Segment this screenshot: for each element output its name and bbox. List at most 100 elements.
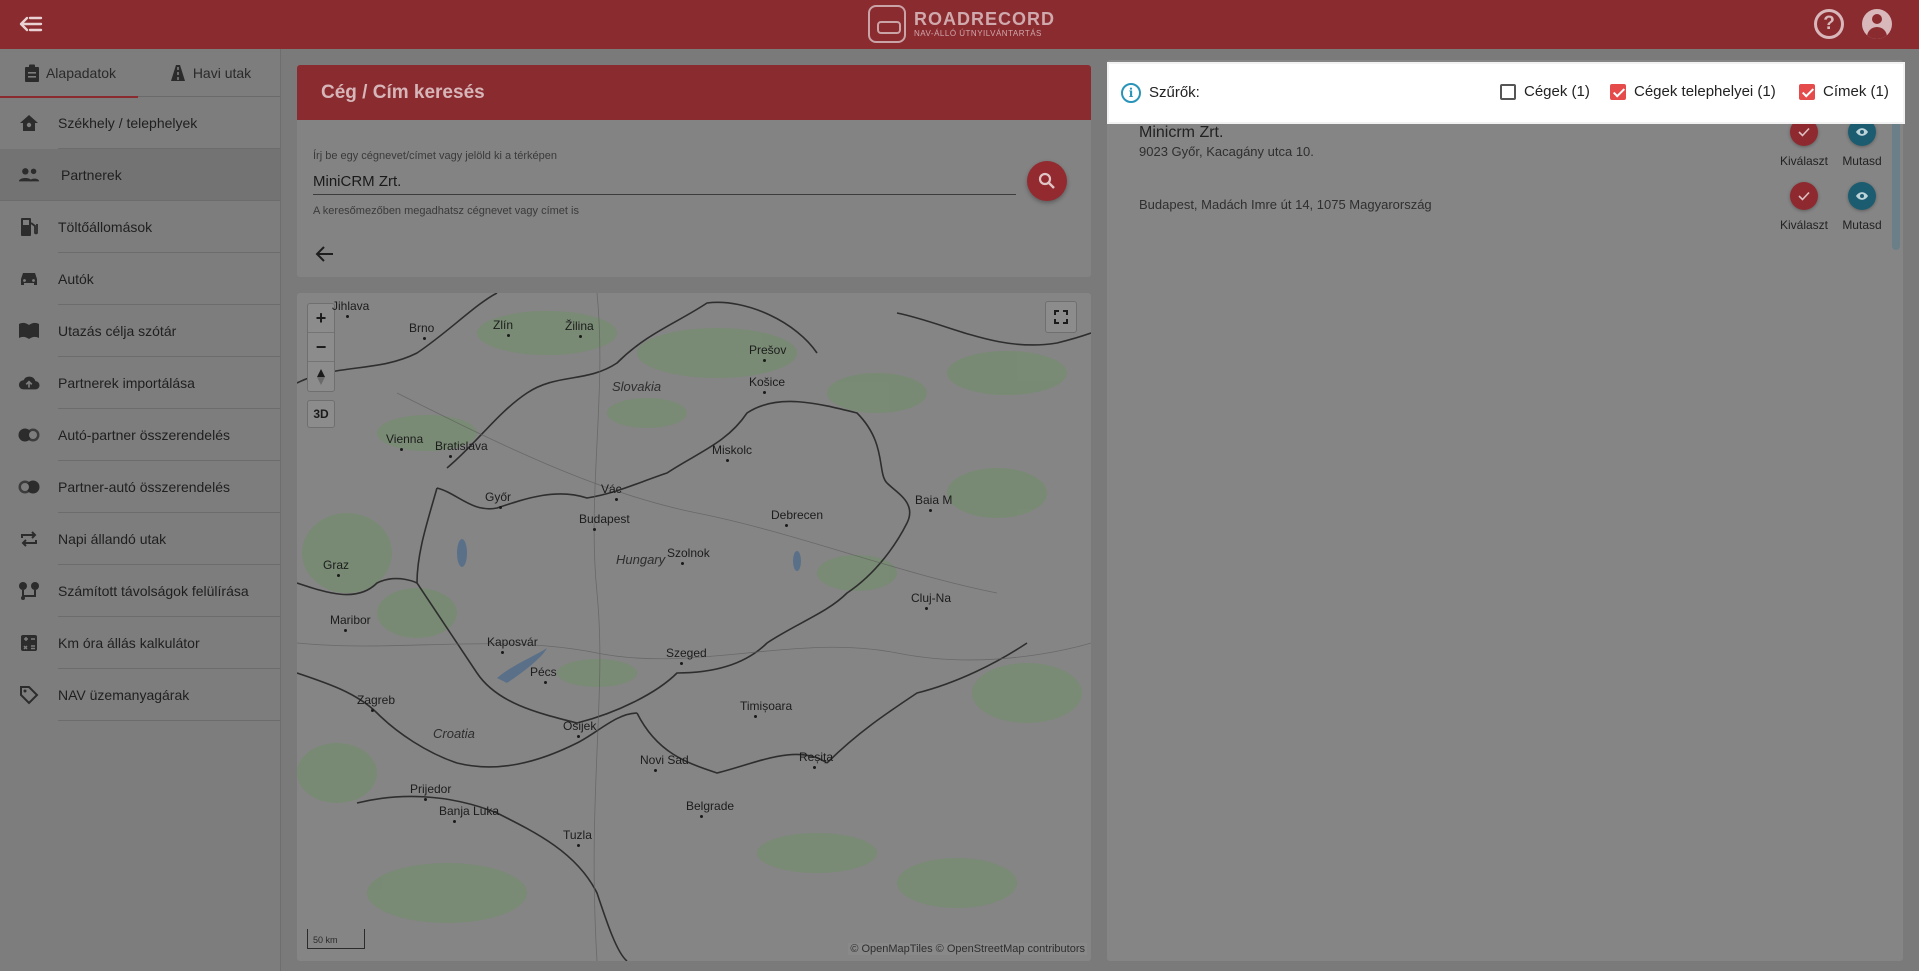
account-icon[interactable] bbox=[1862, 9, 1892, 39]
map-scale: 50 km bbox=[307, 929, 365, 949]
sidebar-item-partnerek-importalasa[interactable]: Partnerek importálása bbox=[18, 357, 280, 409]
menu-collapse-icon[interactable] bbox=[18, 12, 44, 36]
sidebar-item-label: Számított távolságok felülírása bbox=[58, 582, 249, 599]
map-attribution[interactable]: © OpenMapTiles © OpenStreetMap contribut… bbox=[848, 943, 1087, 955]
map-3d-button[interactable]: 3D bbox=[307, 400, 335, 428]
map-city-dot bbox=[423, 337, 426, 340]
map-city-label: Maribor bbox=[330, 613, 371, 627]
map-city-dot bbox=[654, 769, 657, 772]
show-label: Mutasd bbox=[1842, 218, 1882, 232]
info-icon: i bbox=[1121, 83, 1141, 103]
check-icon bbox=[1798, 191, 1810, 201]
filter-title: Szűrők: bbox=[1149, 84, 1200, 101]
car-icon bbox=[18, 269, 40, 289]
results-scrollbar[interactable] bbox=[1892, 120, 1900, 250]
filter-label: Címek (1) bbox=[1823, 83, 1889, 100]
back-arrow-icon[interactable] bbox=[313, 242, 337, 266]
checkbox-cegek[interactable] bbox=[1500, 83, 1516, 100]
search-input[interactable] bbox=[313, 169, 1016, 195]
home-icon bbox=[18, 113, 40, 133]
map-city-dot bbox=[400, 448, 403, 451]
map-city-label: Cluj-Na bbox=[911, 591, 952, 605]
sidebar-item-auto-partner[interactable]: Autó-partner összerendelés bbox=[18, 409, 280, 461]
app-logo[interactable]: ROADRECORD NAV-ÁLLÓ ÚTNYILVÁNTARTÁS bbox=[868, 4, 1055, 44]
show-button[interactable] bbox=[1848, 118, 1876, 146]
map-city-label: Žilina bbox=[565, 319, 594, 333]
map-city-label: Novi Sad bbox=[640, 753, 689, 767]
map-city-dot bbox=[681, 562, 684, 565]
map-city-label: Baia M bbox=[915, 493, 953, 507]
brand-tagline: NAV-ÁLLÓ ÚTNYILVÁNTARTÁS bbox=[914, 29, 1042, 38]
sidebar-item-label: Autók bbox=[58, 270, 94, 287]
map-city-dot bbox=[453, 820, 456, 823]
map-city-dot bbox=[763, 359, 766, 362]
map-city-label: Prešov bbox=[749, 343, 787, 357]
checkbox-cimek[interactable] bbox=[1799, 83, 1815, 100]
sidebar-item-label: Utazás célja szótár bbox=[58, 322, 177, 339]
clipboard-icon bbox=[24, 64, 39, 82]
eye-icon bbox=[1856, 128, 1868, 136]
map[interactable]: + − 3D Jihlava Brno Zlín Žilina Prešov Košice… bbox=[297, 293, 1091, 961]
filter-label: Cégek (1) bbox=[1524, 83, 1590, 100]
map-city-label: Tuzla bbox=[563, 828, 592, 842]
sidebar-item-partner-auto[interactable]: Partner-autó összerendelés bbox=[18, 461, 280, 513]
sidebar-item-szamitott-tavolsagok[interactable]: Számított távolságok felülírása bbox=[19, 565, 280, 617]
map-city-label: Bratislava bbox=[435, 439, 488, 453]
map-city-dot bbox=[763, 391, 766, 394]
sidebar-item-szekhely[interactable]: Székhely / telephelyek bbox=[20, 97, 280, 149]
sidebar-item-label: Partnerek bbox=[61, 166, 122, 183]
map-city-dot bbox=[615, 498, 618, 501]
tab-label: Havi utak bbox=[192, 65, 252, 81]
filter-cegek-telephelyei[interactable]: Cégek telephelyei (1) bbox=[1610, 83, 1776, 100]
show-button[interactable] bbox=[1848, 182, 1876, 210]
map-city-dot bbox=[501, 651, 504, 654]
map-city-label: Győr bbox=[485, 490, 512, 504]
result-address: Budapest, Madách Imre út 14, 1075 Magyar… bbox=[1139, 197, 1432, 212]
sidebar-item-utazas-celja[interactable]: Utazás célja szótár bbox=[19, 305, 280, 357]
map-city-label: Szeged bbox=[666, 646, 707, 660]
repeat-icon bbox=[18, 529, 40, 549]
calculator-icon bbox=[18, 633, 40, 653]
search-button[interactable] bbox=[1027, 161, 1067, 201]
sidebar-item-label: Partnerek importálása bbox=[58, 374, 195, 391]
sidebar-item-km-kalkulator[interactable]: Km óra állás kalkulátor bbox=[21, 617, 280, 669]
result-address: 9023 Győr, Kacagány utca 10. bbox=[1139, 144, 1314, 159]
tab-havi-utak[interactable]: Havi utak bbox=[140, 49, 280, 97]
sidebar-item-autok[interactable]: Autók bbox=[21, 253, 280, 305]
result-row[interactable]: Minicrm Zrt. 9023 Győr, Kacagány utca 10… bbox=[1107, 116, 1887, 180]
map-city-dot bbox=[424, 798, 427, 801]
map-city-dot bbox=[544, 681, 547, 684]
people-icon bbox=[18, 165, 40, 185]
compass-button[interactable] bbox=[308, 362, 334, 391]
map-city-dot bbox=[499, 506, 502, 509]
sidebar-item-napi-utak[interactable]: Napi állandó utak bbox=[21, 513, 280, 565]
sidebar-item-label: Partner-autó összerendelés bbox=[58, 478, 230, 495]
sidebar-item-toltoallomasok[interactable]: Töltőállomások bbox=[21, 201, 280, 253]
map-city-dot bbox=[337, 574, 340, 577]
sidebar-item-label: Töltőállomások bbox=[58, 218, 153, 235]
map-city-label: Szolnok bbox=[667, 546, 710, 560]
cloud-upload-icon bbox=[18, 373, 40, 393]
fullscreen-button[interactable] bbox=[1045, 301, 1077, 333]
filter-cegek[interactable]: Cégek (1) bbox=[1500, 83, 1590, 100]
map-city-label: Budapest bbox=[579, 512, 630, 526]
sidebar-item-nav-uzemanyagarak[interactable]: NAV üzemanyagárak bbox=[20, 669, 280, 721]
zoom-out-button[interactable]: − bbox=[308, 333, 334, 362]
sidebar-item-label: Székhely / telephelyek bbox=[58, 114, 198, 131]
tab-alapadatok[interactable]: Alapadatok bbox=[0, 49, 140, 98]
map-city-dot bbox=[754, 715, 757, 718]
zoom-in-button[interactable]: + bbox=[308, 304, 334, 333]
map-city-label: Zlín bbox=[493, 318, 514, 332]
sidebar-item-label: Km óra állás kalkulátor bbox=[58, 634, 200, 651]
map-city-label: Reșița bbox=[799, 750, 834, 764]
map-terrain bbox=[297, 293, 1091, 961]
result-row[interactable]: Budapest, Madách Imre út 14, 1075 Magyar… bbox=[1107, 180, 1887, 244]
select-button[interactable] bbox=[1790, 182, 1818, 210]
checkbox-cegek-telephelyei[interactable] bbox=[1610, 83, 1626, 100]
sidebar-item-partnerek[interactable]: Partnerek bbox=[0, 149, 280, 201]
map-city-dot bbox=[929, 509, 932, 512]
select-button[interactable] bbox=[1790, 118, 1818, 146]
help-icon[interactable]: ? bbox=[1814, 9, 1844, 39]
check-icon bbox=[1798, 127, 1810, 137]
filter-cimek[interactable]: Címek (1) bbox=[1799, 83, 1889, 100]
